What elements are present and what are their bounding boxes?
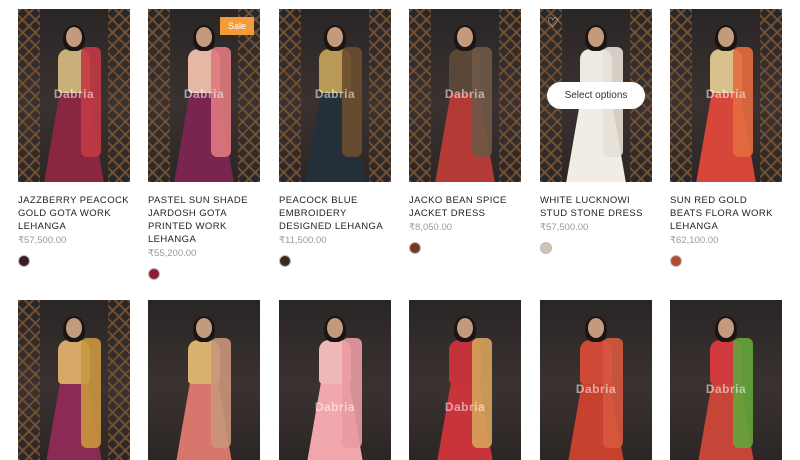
model-figure — [304, 25, 366, 182]
lattice-backdrop — [18, 300, 40, 460]
model-head — [588, 27, 604, 47]
model-head — [66, 27, 82, 47]
model-figure — [173, 25, 235, 182]
sale-badge: Sale — [219, 17, 254, 35]
product-image[interactable]: Dabria — [279, 300, 391, 460]
watermark: Dabria — [314, 400, 356, 414]
watermark: Dabria — [575, 382, 617, 396]
model-head — [588, 318, 604, 338]
model-figure — [43, 316, 105, 460]
model-figure — [695, 25, 757, 182]
model-figure — [434, 25, 496, 182]
model-figure — [304, 316, 366, 460]
product-price: ₹8,050.00 — [409, 222, 453, 233]
model-head — [196, 318, 212, 338]
product-card[interactable] — [148, 300, 260, 460]
product-card[interactable]: Dabria JAZZBERRY PEACOCK GOLD GOTA WORK … — [18, 9, 130, 267]
select-options-button[interactable]: Select options — [547, 82, 645, 109]
outfit-drape — [211, 47, 231, 157]
product-image[interactable] — [18, 300, 130, 460]
model-head — [196, 27, 212, 47]
color-swatch[interactable] — [148, 268, 160, 280]
color-swatch[interactable] — [279, 255, 291, 267]
watermark: Dabria — [705, 382, 747, 396]
product-title[interactable]: PASTEL SUN SHADE JARDOSH GOTA PRINTED WO… — [148, 194, 260, 246]
model-figure — [43, 25, 105, 182]
product-title[interactable]: PEACOCK BLUE EMBROIDERY DESIGNED LEHANGA — [279, 194, 391, 233]
product-card[interactable]: Dabria — [279, 300, 391, 460]
product-title[interactable]: WHITE LUCKNOWI STUD STONE DRESS — [540, 194, 652, 220]
color-swatch[interactable] — [409, 242, 421, 254]
color-swatch[interactable] — [670, 255, 682, 267]
model-head — [66, 318, 82, 338]
outfit-drape — [472, 338, 492, 448]
product-title[interactable]: SUN RED GOLD BEATS FLORA WORK LEHANGA — [670, 194, 782, 233]
product-card[interactable]: Dabria Sale PASTEL SUN SHADE JARDOSH GOT… — [148, 9, 260, 280]
lattice-backdrop — [108, 300, 130, 460]
model-head — [457, 318, 473, 338]
product-image[interactable]: ♡ Select options — [540, 9, 652, 182]
product-image[interactable]: Dabria — [279, 9, 391, 182]
product-card[interactable]: Dabria PEACOCK BLUE EMBROIDERY DESIGNED … — [279, 9, 391, 267]
product-title[interactable]: JACKO BEAN SPICE JACKET DRESS — [409, 194, 521, 220]
model-head — [327, 318, 343, 338]
product-image[interactable]: Dabria — [670, 9, 782, 182]
watermark: Dabria — [314, 87, 356, 101]
model-head — [718, 27, 734, 47]
watermark: Dabria — [183, 87, 225, 101]
product-card[interactable]: Dabria — [409, 300, 521, 460]
product-image[interactable]: Dabria Sale — [148, 9, 260, 182]
watermark: Dabria — [444, 400, 486, 414]
color-swatch[interactable] — [18, 255, 30, 267]
watermark: Dabria — [444, 87, 486, 101]
product-image[interactable]: Dabria — [409, 9, 521, 182]
watermark: Dabria — [53, 87, 95, 101]
heart-icon[interactable]: ♡ — [547, 16, 559, 29]
product-card[interactable]: ♡ Select options WHITE LUCKNOWI STUD STO… — [540, 9, 652, 254]
product-image[interactable]: Dabria — [409, 300, 521, 460]
product-card[interactable]: Dabria SUN RED GOLD BEATS FLORA WORK LEH… — [670, 9, 782, 267]
outfit-drape — [472, 47, 492, 157]
product-price: ₹62,100.00 — [670, 235, 719, 246]
outfit-drape — [211, 338, 231, 448]
outfit-drape — [342, 47, 362, 157]
product-card[interactable] — [18, 300, 130, 460]
outfit-drape — [733, 47, 753, 157]
product-price: ₹55,200.00 — [148, 248, 197, 259]
product-image[interactable] — [148, 300, 260, 460]
outfit-drape — [81, 338, 101, 448]
product-card[interactable]: Dabria JACKO BEAN SPICE JACKET DRESS ₹8,… — [409, 9, 521, 254]
product-card[interactable]: Dabria — [670, 300, 782, 460]
product-title[interactable]: JAZZBERRY PEACOCK GOLD GOTA WORK LEHANGA — [18, 194, 130, 233]
model-head — [718, 318, 734, 338]
product-price: ₹11,500.00 — [279, 235, 327, 246]
product-price: ₹57,500.00 — [540, 222, 589, 233]
model-head — [457, 27, 473, 47]
model-figure — [173, 316, 235, 460]
product-card[interactable]: Dabria — [540, 300, 652, 460]
product-image[interactable]: Dabria — [670, 300, 782, 460]
outfit-drape — [81, 47, 101, 157]
product-price: ₹57,500.00 — [18, 235, 67, 246]
product-image[interactable]: Dabria — [540, 300, 652, 460]
model-figure — [434, 316, 496, 460]
outfit-drape — [342, 338, 362, 448]
model-head — [327, 27, 343, 47]
watermark: Dabria — [705, 87, 747, 101]
color-swatch[interactable] — [540, 242, 552, 254]
product-image[interactable]: Dabria — [18, 9, 130, 182]
